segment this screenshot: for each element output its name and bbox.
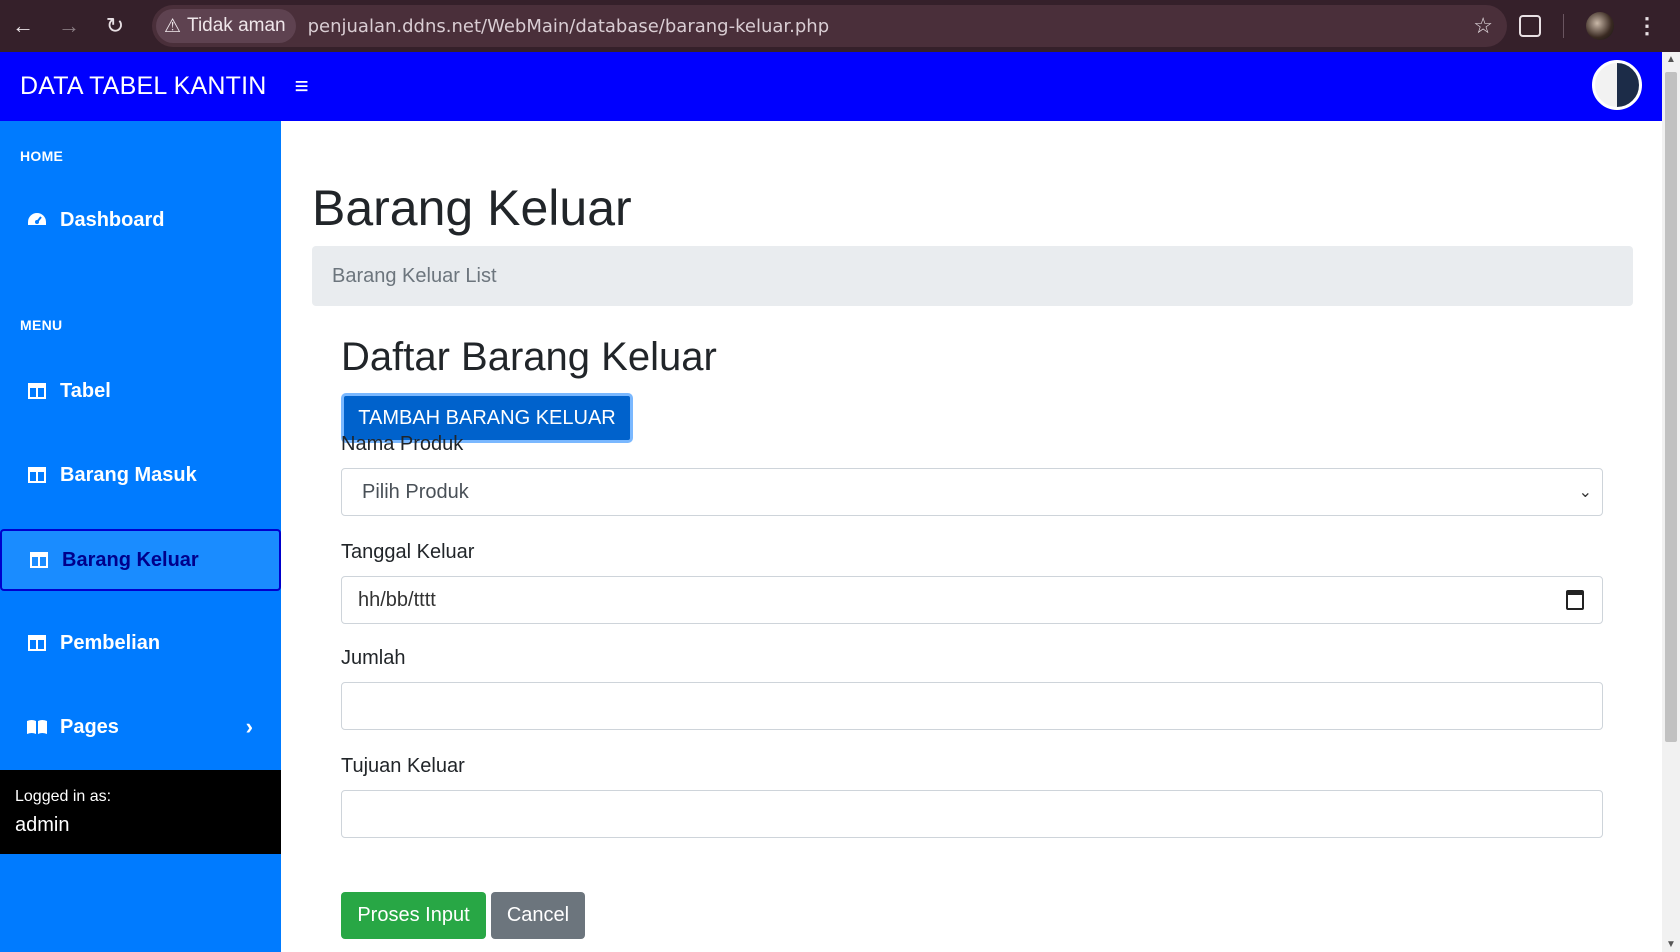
sidebar-item-pages[interactable]: Pages › xyxy=(0,696,281,758)
url-text[interactable]: penjualan.ddns.net/WebMain/database/bara… xyxy=(308,16,830,37)
tanggal-keluar-label: Tanggal Keluar xyxy=(341,541,475,563)
hamburger-icon[interactable]: ≡ xyxy=(295,73,309,101)
sidebar-item-label: Dashboard xyxy=(60,208,165,231)
browser-toolbar: ← → ↻ ⚠ Tidak aman penjualan.ddns.net/We… xyxy=(0,0,1680,52)
scroll-down-arrow-icon[interactable]: ▼ xyxy=(1666,939,1676,950)
nama-produk-label: Nama Produk xyxy=(341,433,464,455)
sidebar-item-label: Tabel xyxy=(60,379,111,402)
reload-icon[interactable]: ↻ xyxy=(92,0,138,52)
tujuan-keluar-label: Tujuan Keluar xyxy=(341,755,465,777)
brand-title[interactable]: DATA TABEL KANTIN xyxy=(20,72,267,101)
sidebar: HOME Dashboard MENU Tabel Barang Masuk B… xyxy=(0,121,281,952)
tanggal-keluar-input[interactable]: hh/bb/tttt xyxy=(341,576,1603,624)
address-bar[interactable]: ⚠ Tidak aman penjualan.ddns.net/WebMain/… xyxy=(152,5,1507,47)
tanggal-keluar-placeholder: hh/bb/tttt xyxy=(358,588,436,611)
sidebar-item-pembelian[interactable]: Pembelian xyxy=(0,612,281,674)
table-icon xyxy=(26,635,48,651)
table-icon xyxy=(28,552,50,568)
kebab-menu-icon[interactable]: ⋮ xyxy=(1636,13,1658,39)
security-label: Tidak aman xyxy=(187,15,286,36)
tujuan-keluar-input[interactable] xyxy=(341,790,1603,838)
breadcrumb-item: Barang Keluar List xyxy=(332,264,497,287)
warning-triangle-icon: ⚠ xyxy=(164,15,182,37)
jumlah-input[interactable] xyxy=(341,682,1603,730)
main-content: Barang Keluar Barang Keluar List Daftar … xyxy=(281,121,1662,952)
app-navbar: DATA TABEL KANTIN ≡ xyxy=(0,52,1662,121)
sidebar-item-label: Pages xyxy=(60,715,119,738)
chevron-down-icon: ⌄ xyxy=(1578,484,1592,501)
cancel-button[interactable]: Cancel xyxy=(491,892,585,939)
calendar-icon[interactable] xyxy=(1566,590,1584,610)
bookmark-star-icon[interactable]: ☆ xyxy=(1473,13,1493,39)
sidebar-item-barang-masuk[interactable]: Barang Masuk xyxy=(0,444,281,506)
logged-in-username: admin xyxy=(15,814,70,836)
scroll-up-arrow-icon[interactable]: ▲ xyxy=(1666,54,1676,65)
security-chip[interactable]: ⚠ Tidak aman xyxy=(156,9,296,43)
sidebar-item-label: Barang Masuk xyxy=(60,463,197,486)
card-title: Daftar Barang Keluar xyxy=(341,335,717,379)
extensions-puzzle-icon[interactable] xyxy=(1519,15,1541,37)
sidebar-heading-menu: MENU xyxy=(20,317,63,333)
book-open-icon xyxy=(26,719,48,735)
tachometer-icon xyxy=(26,211,48,229)
sidebar-item-label: Barang Keluar xyxy=(62,548,199,571)
breadcrumb: Barang Keluar List xyxy=(312,246,1633,306)
sidebar-item-label: Pembelian xyxy=(60,631,161,654)
sidebar-item-dashboard[interactable]: Dashboard xyxy=(0,189,281,251)
jumlah-label: Jumlah xyxy=(341,647,406,669)
scrollbar-thumb[interactable] xyxy=(1665,72,1677,742)
toolbar-divider xyxy=(1563,14,1564,38)
sidebar-item-barang-keluar[interactable]: Barang Keluar xyxy=(0,529,281,591)
nama-produk-select[interactable]: Pilih Produk ⌄ xyxy=(341,468,1603,516)
proses-input-button[interactable]: Proses Input xyxy=(341,892,486,939)
logged-in-panel: Logged in as: admin xyxy=(0,770,281,854)
sidebar-item-tabel[interactable]: Tabel xyxy=(0,360,281,422)
logged-in-label: Logged in as: xyxy=(15,788,112,805)
user-avatar[interactable] xyxy=(1592,60,1642,110)
page-title: Barang Keluar xyxy=(312,180,632,236)
back-arrow-icon[interactable]: ← xyxy=(0,0,46,52)
forward-arrow-icon[interactable]: → xyxy=(46,0,92,52)
sidebar-heading-home: HOME xyxy=(20,148,64,164)
table-icon xyxy=(26,467,48,483)
profile-avatar-icon[interactable] xyxy=(1586,12,1614,40)
chevron-right-icon: › xyxy=(245,714,253,739)
page-scrollbar[interactable]: ▲ ▼ xyxy=(1662,52,1680,952)
nama-produk-selected: Pilih Produk xyxy=(362,480,469,503)
table-icon xyxy=(26,383,48,399)
